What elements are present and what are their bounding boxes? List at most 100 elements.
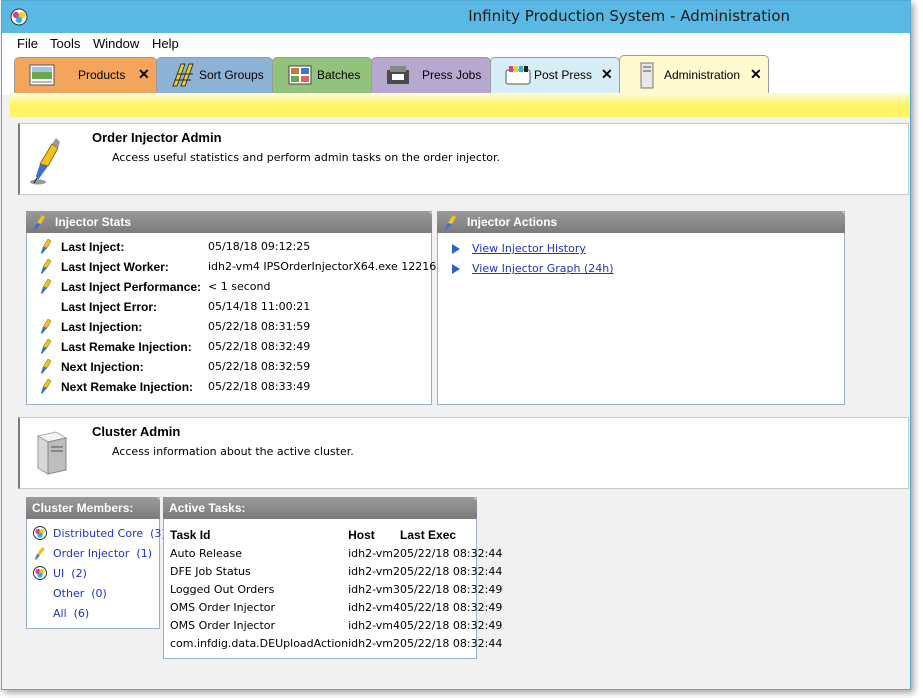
pen-icon: [445, 215, 456, 230]
table-row[interactable]: DFE Job Status idh2-vm2 05/22/18 08:32:44: [170, 562, 502, 580]
last-exec-cell: 05/22/18 08:32:49: [400, 618, 503, 632]
pen-icon: [41, 318, 52, 334]
close-icon[interactable]: ✕: [601, 66, 613, 83]
stat-value: 05/22/18 08:31:59: [208, 320, 311, 333]
active-tasks-table: Task Id Host Last Exec Auto Release idh2-…: [170, 526, 502, 652]
injector-stats-title: Injector Stats: [55, 215, 132, 229]
tab-sort-groups[interactable]: Sort Groups: [156, 57, 273, 93]
tab-products[interactable]: Products ✕: [14, 57, 157, 93]
tab-label-post-press: Post Press: [534, 68, 593, 82]
arrow-right-icon: [452, 244, 460, 254]
column-header-host[interactable]: Host: [348, 526, 400, 544]
stat-label: Last Injection:: [61, 320, 143, 334]
member-label[interactable]: Other (0): [53, 587, 107, 600]
member-label[interactable]: UI (2): [53, 567, 87, 580]
tab-batches[interactable]: Batches: [272, 57, 372, 93]
tab-press-jobs[interactable]: Press Jobs: [371, 57, 491, 93]
content-area: Order Injector Admin Access useful stati…: [10, 117, 910, 689]
stat-label: Next Remake Injection:: [61, 380, 194, 394]
cluster-admin-title: Cluster Admin: [92, 424, 181, 439]
stat-row: Last Inject Performance: < 1 second: [27, 278, 427, 298]
injector-actions-title: Injector Actions: [467, 215, 558, 229]
ui-icon: [33, 566, 47, 580]
view-injector-history-label[interactable]: View Injector History: [472, 242, 586, 255]
active-tasks-panel: Active Tasks: Task Id Host Last Exec Aut…: [163, 497, 502, 659]
order-injector-icon: [35, 547, 45, 560]
tab-label-products: Products: [78, 68, 126, 82]
tab-label-administration: Administration: [664, 68, 741, 82]
tab-post-press[interactable]: Post Press ✕: [490, 57, 620, 93]
pen-icon: [41, 358, 52, 374]
menu-bar: File Tools Window Help: [2, 33, 910, 53]
last-exec-cell: 05/22/18 08:32:44: [400, 546, 503, 560]
stat-label: Last Inject Performance:: [61, 280, 202, 294]
pen-icon: [41, 338, 52, 354]
column-header-task-id[interactable]: Task Id: [170, 526, 348, 544]
stat-value: idh2-vm4 IPSOrderInjectorX64.exe 12216..…: [208, 260, 447, 273]
injector-actions-panel: Injector Actions View Injector History V…: [437, 211, 845, 405]
menu-tools[interactable]: Tools: [50, 36, 80, 51]
stat-value: 05/14/18 11:00:21: [208, 300, 311, 313]
cluster-members-panel: Cluster Members: Distributed Core (3) Or…: [26, 497, 166, 629]
pen-icon: [41, 238, 52, 254]
stat-row: Last Inject: 05/18/18 09:12:25: [27, 238, 427, 258]
stat-value: 05/22/18 08:32:49: [208, 340, 311, 353]
member-label[interactable]: All (6): [53, 607, 89, 620]
app-window: Infinity Production System - Administrat…: [1, 0, 911, 690]
host-cell: idh2-vm2: [348, 564, 401, 578]
stat-value: 05/22/18 08:32:59: [208, 360, 311, 373]
close-icon[interactable]: ✕: [138, 66, 150, 83]
stat-label: Last Inject:: [61, 240, 125, 254]
batches-icon: [288, 65, 312, 85]
host-cell: idh2-vm2: [348, 636, 401, 650]
close-icon[interactable]: ✕: [750, 66, 762, 83]
stat-value: 05/18/18 09:12:25: [208, 240, 311, 253]
arrow-right-icon: [452, 264, 460, 274]
menu-file[interactable]: File: [17, 36, 38, 51]
window-title: Infinity Production System - Administrat…: [468, 7, 790, 25]
stat-value: < 1 second: [208, 280, 271, 293]
active-tasks-header: Active Tasks:: [163, 497, 477, 519]
order-injector-section: Order Injector Admin Access useful stati…: [18, 123, 909, 195]
toolbar-band: [10, 93, 910, 117]
member-label[interactable]: Order Injector (1): [53, 547, 152, 560]
title-bar[interactable]: Infinity Production System - Administrat…: [2, 1, 910, 33]
task-id-cell: Auto Release: [170, 546, 243, 560]
host-cell: idh2-vm4: [348, 600, 401, 614]
pen-icon: [41, 378, 52, 394]
stat-label: Last Inject Worker:: [61, 260, 169, 274]
cluster-members-header: Cluster Members:: [26, 497, 160, 519]
table-row[interactable]: OMS Order Injector idh2-vm4 05/22/18 08:32…: [170, 598, 502, 616]
stat-row: Last Injection: 05/22/18 08:31:59: [27, 318, 427, 338]
distributed-core-icon: [33, 526, 47, 540]
products-icon: [29, 64, 55, 86]
injector-actions-header: Injector Actions: [437, 211, 845, 233]
module-tabs: Products ✕ Sort Groups Batches Press Job…: [2, 53, 910, 95]
order-injector-title: Order Injector Admin: [92, 130, 222, 145]
tab-administration[interactable]: Administration ✕: [619, 55, 769, 95]
column-header-last-exec[interactable]: Last Exec: [400, 526, 502, 544]
table-row[interactable]: Logged Out Orders idh2-vm3 05/22/18 08:32:…: [170, 580, 502, 598]
member-label[interactable]: Distributed Core (3): [53, 527, 166, 540]
table-row[interactable]: com.infdig.data.DEUploadAction idh2-vm2 05…: [170, 634, 502, 652]
last-exec-cell: 05/22/18 08:32:49: [400, 600, 503, 614]
task-id-cell: OMS Order Injector: [170, 618, 276, 632]
view-injector-graph-label[interactable]: View Injector Graph (24h): [472, 262, 614, 275]
last-exec-cell: 05/22/18 08:32:44: [400, 636, 503, 650]
pen-icon: [41, 278, 52, 294]
host-cell: idh2-vm2: [348, 546, 401, 560]
stat-row: Last Remake Injection: 05/22/18 08:32:49: [27, 338, 427, 358]
last-exec-cell: 05/22/18 08:32:49: [400, 582, 503, 596]
order-injector-icon: [30, 138, 60, 185]
table-row[interactable]: OMS Order Injector idh2-vm4 05/22/18 08:32…: [170, 616, 502, 634]
last-exec-cell: 05/22/18 08:32:44: [400, 564, 503, 578]
table-row[interactable]: Auto Release idh2-vm2 05/22/18 08:32:44: [170, 544, 502, 562]
active-tasks-title: Active Tasks:: [169, 501, 246, 515]
menu-help[interactable]: Help: [152, 36, 179, 51]
stat-label: Last Remake Injection:: [61, 340, 192, 354]
menu-window[interactable]: Window: [93, 36, 139, 51]
cluster-admin-description: Access information about the active clus…: [112, 445, 354, 458]
task-id-cell: Logged Out Orders: [170, 582, 275, 596]
host-cell: idh2-vm3: [348, 582, 401, 596]
cluster-members-title: Cluster Members:: [32, 501, 134, 515]
